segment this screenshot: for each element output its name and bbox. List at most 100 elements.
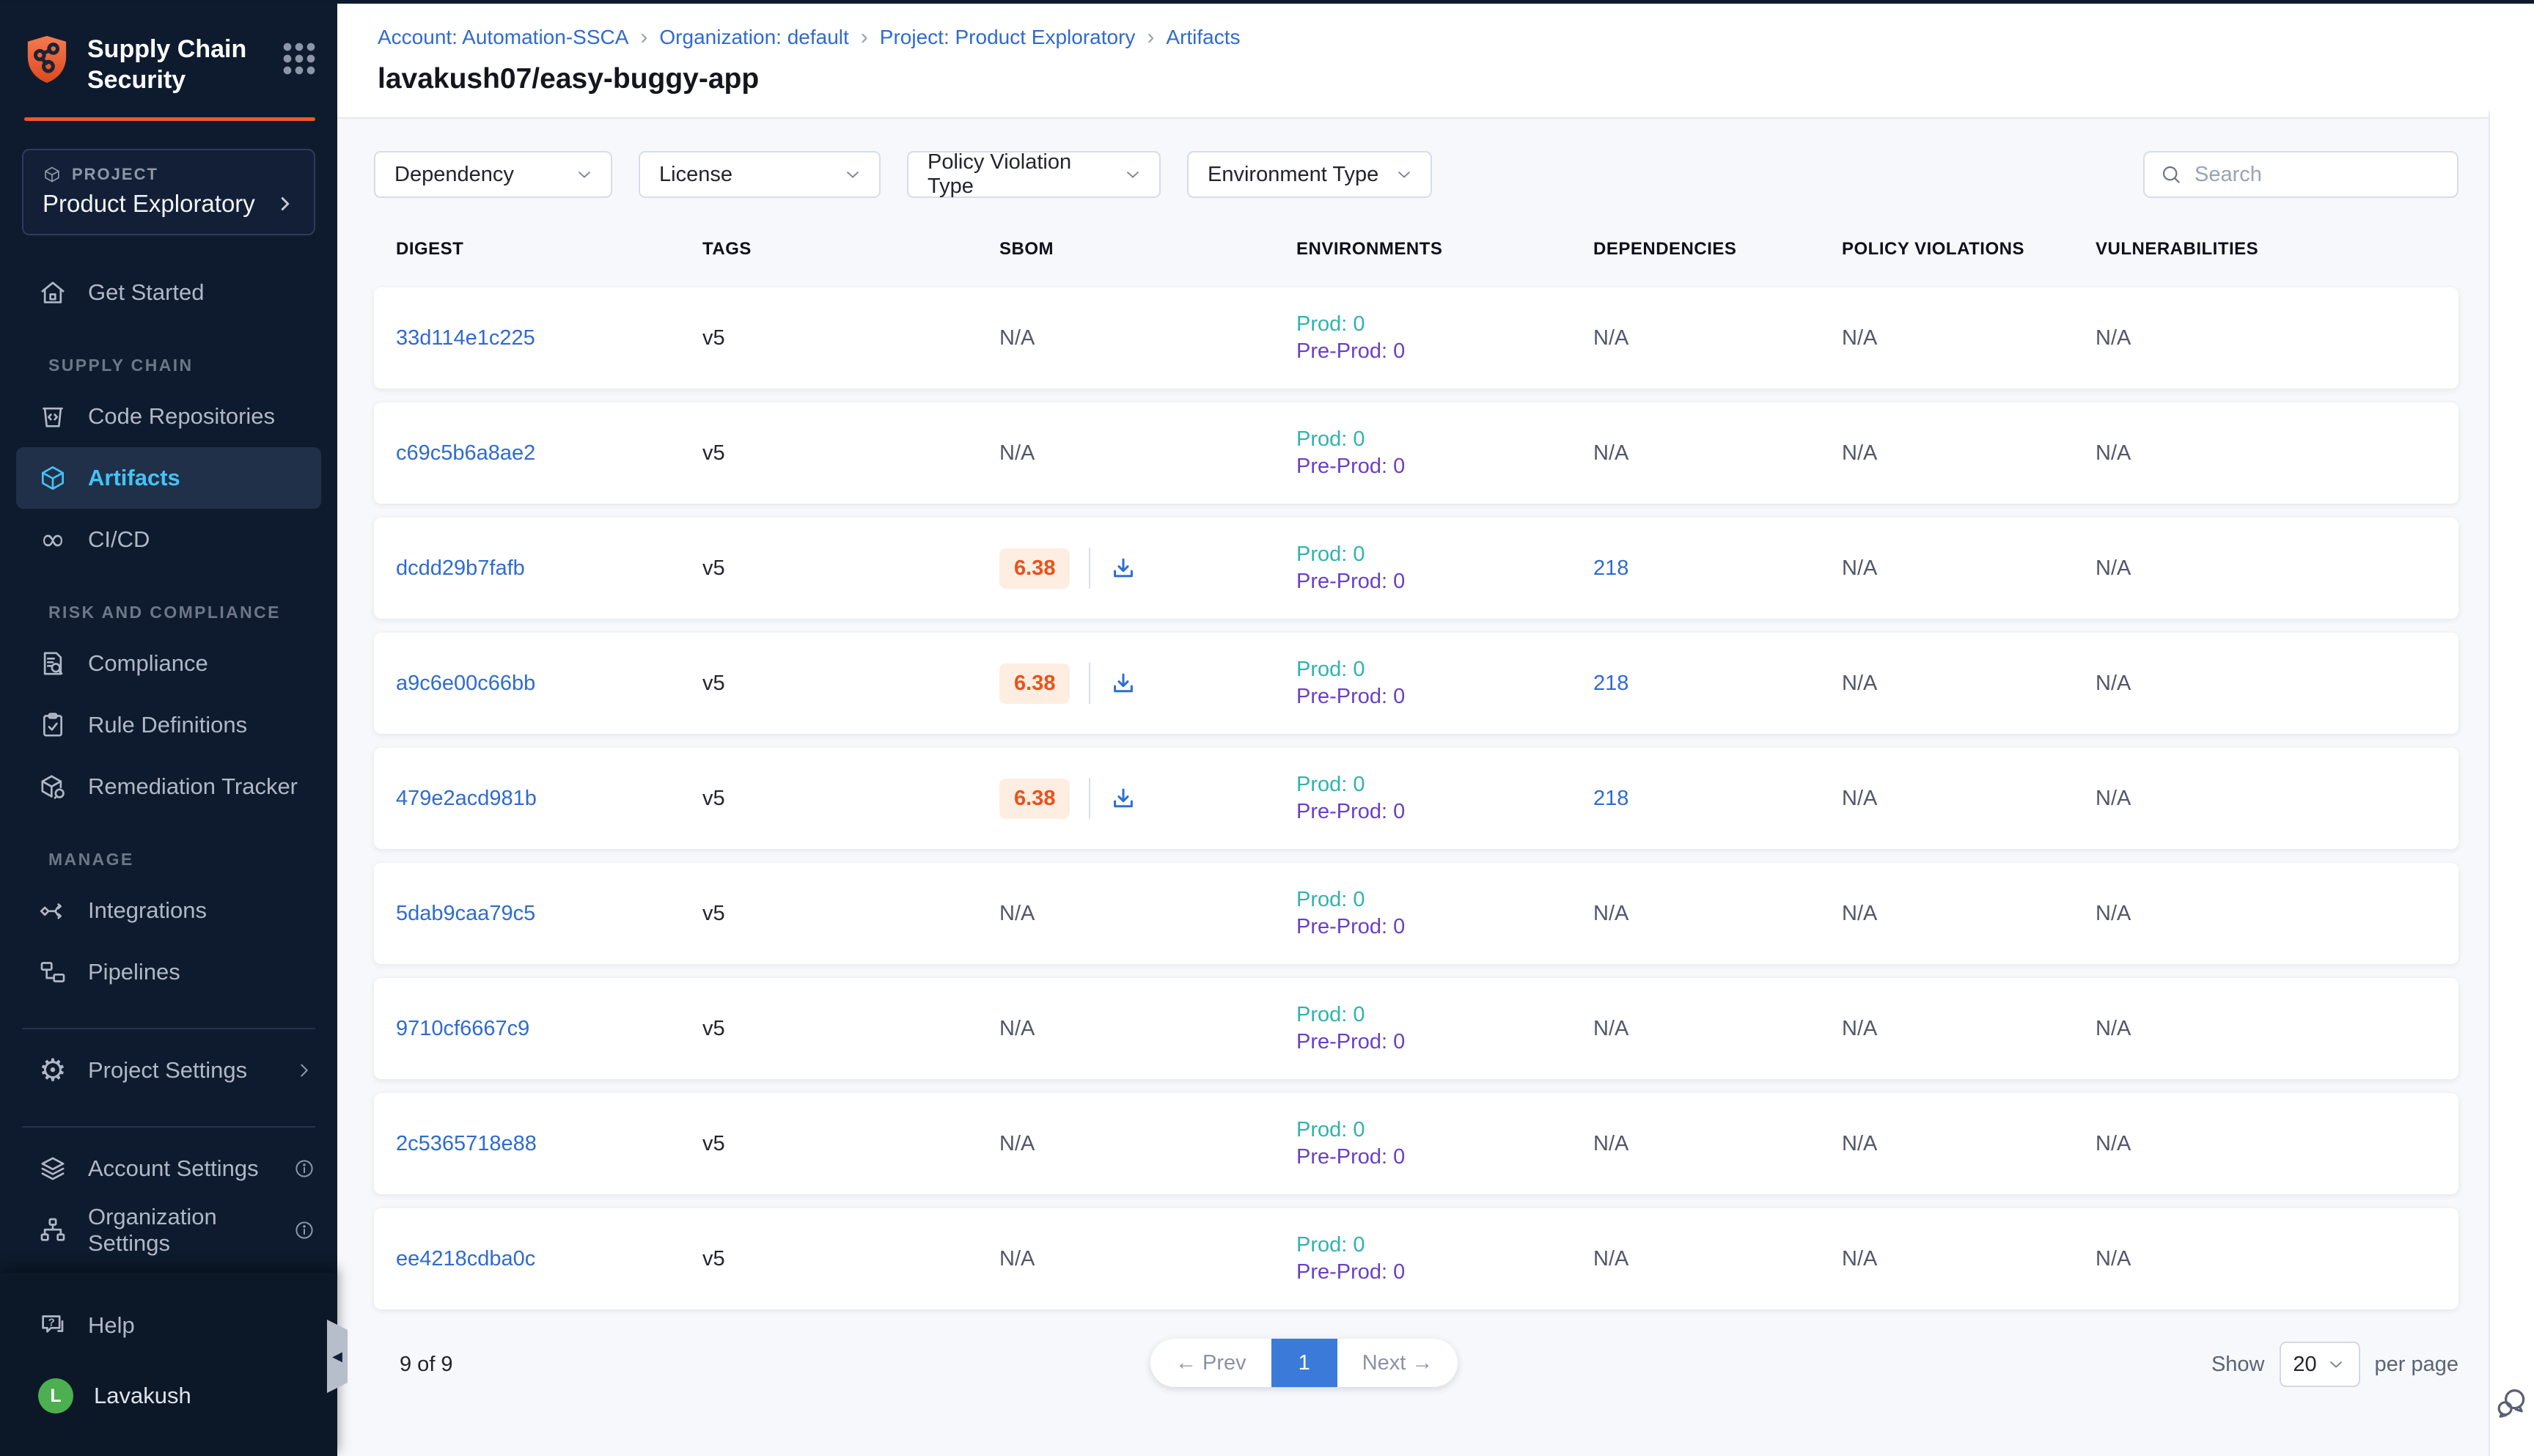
download-icon[interactable] <box>1109 554 1137 582</box>
env-preprod: Pre-Prod: 0 <box>1296 338 1593 365</box>
page-1-button[interactable]: 1 <box>1271 1339 1337 1387</box>
tags-cell: v5 <box>702 1132 999 1156</box>
breadcrumb-account[interactable]: Account: Automation-SSCA <box>378 26 628 49</box>
app-grid-icon[interactable] <box>282 41 315 75</box>
sidebar-collapse-handle[interactable]: ◀ <box>327 1320 348 1393</box>
policy-violations-cell: N/A <box>1842 1017 2096 1041</box>
avatar: L <box>38 1378 73 1413</box>
content-area: Dependency License Policy Violation Type… <box>337 119 2534 1456</box>
sidebar-item-label: CI/CD <box>88 526 150 553</box>
digest-link[interactable]: c69c5b6a8ae2 <box>396 441 535 465</box>
env-prod: Prod: 0 <box>1296 311 1593 338</box>
digest-link[interactable]: 2c5365718e88 <box>396 1132 537 1155</box>
chat-bubbles-icon[interactable] <box>2494 1386 2530 1421</box>
policy-violations-cell: N/A <box>1842 902 2096 926</box>
filter-dependency[interactable]: Dependency <box>374 151 612 198</box>
environments-cell: Prod: 0 Pre-Prod: 0 <box>1296 311 1593 365</box>
table-row: 9710cf6667c9 v5 N/A Prod: 0 Pre-Prod: 0 … <box>374 978 2458 1079</box>
env-preprod: Pre-Prod: 0 <box>1296 453 1593 480</box>
top-edge-bar <box>0 0 2534 4</box>
breadcrumb-organization[interactable]: Organization: default <box>659 26 848 49</box>
filter-license[interactable]: License <box>639 151 881 198</box>
sidebar-item-project-settings[interactable]: ⚙ Project Settings <box>0 1040 337 1101</box>
vulnerabilities-cell: N/A <box>2096 1247 2458 1271</box>
prev-button[interactable]: ← Prev <box>1150 1339 1271 1387</box>
sidebar-item-rule-definitions[interactable]: Rule Definitions <box>0 694 337 756</box>
vulnerabilities-cell: N/A <box>2096 787 2458 811</box>
cube-icon <box>38 463 67 493</box>
digest-link[interactable]: 33d114e1c225 <box>396 326 535 350</box>
per-page-value: 20 <box>2293 1353 2316 1377</box>
search-box <box>2143 151 2458 198</box>
show-label: Show <box>2211 1353 2265 1377</box>
sidebar-item-organization-settings[interactable]: Organization Settings <box>0 1199 337 1261</box>
main-area: Account: Automation-SSCA › Organization:… <box>337 0 2534 1456</box>
sidebar-item-artifacts[interactable]: Artifacts <box>16 447 321 509</box>
search-input[interactable] <box>2195 163 2442 187</box>
project-label: PROJECT <box>72 165 158 184</box>
dependencies-cell: N/A <box>1593 1247 1842 1271</box>
digest-link[interactable]: a9c6e00c66bb <box>396 672 535 695</box>
digest-link[interactable]: 9710cf6667c9 <box>396 1017 529 1040</box>
dependencies-link[interactable]: 218 <box>1593 672 1628 695</box>
user-name: Lavakush <box>94 1383 191 1409</box>
next-button[interactable]: Next → <box>1337 1339 1458 1387</box>
sidebar-item-label: Integrations <box>88 897 207 924</box>
app-logo-row: Supply Chain Security <box>0 0 337 95</box>
download-icon[interactable] <box>1109 669 1137 697</box>
sidebar-item-account-settings[interactable]: Account Settings <box>0 1138 337 1199</box>
vulnerabilities-cell: N/A <box>2096 441 2458 466</box>
environments-cell: Prod: 0 Pre-Prod: 0 <box>1296 1001 1593 1056</box>
sidebar-item-help[interactable]: ? Help <box>0 1295 337 1356</box>
filter-policy-violation-type[interactable]: Policy Violation Type <box>907 151 1161 198</box>
brand-accent-rule <box>24 117 315 121</box>
env-prod: Prod: 0 <box>1296 541 1593 568</box>
filter-environment-type[interactable]: Environment Type <box>1187 151 1432 198</box>
sidebar-item-cicd[interactable]: ∞ CI/CD <box>0 509 337 570</box>
table-row: dcdd29b7fafb v5 6.38 Prod: 0 Pre-Prod: 0… <box>374 518 2458 619</box>
sidebar-item-compliance[interactable]: Compliance <box>0 633 337 694</box>
sidebar-item-label: Compliance <box>88 650 208 677</box>
sidebar-item-remediation-tracker[interactable]: Remediation Tracker <box>0 756 337 817</box>
digest-link[interactable]: ee4218cdba0c <box>396 1247 535 1271</box>
chevron-down-icon <box>842 164 863 185</box>
dependencies-link[interactable]: 218 <box>1593 787 1628 810</box>
dependencies-link[interactable]: 218 <box>1593 556 1628 580</box>
pager: ← Prev 1 Next → <box>1150 1339 1458 1387</box>
digest-link[interactable]: 479e2acd981b <box>396 787 537 810</box>
digest-link[interactable]: 5dab9caa79c5 <box>396 902 535 925</box>
sidebar-item-pipelines[interactable]: Pipelines <box>0 941 337 1003</box>
chevron-right-icon <box>293 1059 315 1081</box>
digest-link[interactable]: dcdd29b7fafb <box>396 556 525 580</box>
table-row: ee4218cdba0c v5 N/A Prod: 0 Pre-Prod: 0 … <box>374 1208 2458 1309</box>
user-menu[interactable]: L Lavakush <box>0 1365 337 1427</box>
col-header-environments: ENVIRONMENTS <box>1296 239 1593 260</box>
table-row: 33d114e1c225 v5 N/A Prod: 0 Pre-Prod: 0 … <box>374 287 2458 389</box>
sidebar-item-code-repositories[interactable]: Code Repositories <box>0 386 337 447</box>
sidebar-item-get-started[interactable]: Get Started <box>0 262 337 323</box>
info-icon[interactable] <box>293 1219 315 1241</box>
org-chart-gear-icon <box>38 1216 67 1245</box>
policy-violations-cell: N/A <box>1842 556 2096 581</box>
sidebar-item-integrations[interactable]: Integrations <box>0 880 337 941</box>
breadcrumb: Account: Automation-SSCA › Organization:… <box>378 25 2534 50</box>
gear-icon: ⚙ <box>38 1056 67 1085</box>
tags-cell: v5 <box>702 326 999 350</box>
vulnerabilities-cell: N/A <box>2096 672 2458 696</box>
project-selector[interactable]: PROJECT Product Exploratory <box>22 149 315 235</box>
sidebar-item-label: Get Started <box>88 279 205 306</box>
download-icon[interactable] <box>1109 784 1137 812</box>
policy-violations-cell: N/A <box>1842 787 2096 811</box>
filter-label: Environment Type <box>1208 163 1378 187</box>
env-prod: Prod: 0 <box>1296 771 1593 798</box>
dependencies-cell: N/A <box>1593 1017 1842 1041</box>
breadcrumb-artifacts[interactable]: Artifacts <box>1166 26 1240 49</box>
breadcrumb-project[interactable]: Project: Product Exploratory <box>880 26 1136 49</box>
sidebar-footer: ? Help L Lavakush <box>0 1273 337 1456</box>
info-icon[interactable] <box>293 1158 315 1180</box>
filter-label: Dependency <box>394 163 514 187</box>
tags-cell: v5 <box>702 672 999 696</box>
sbom-cell: N/A <box>999 1132 1296 1156</box>
vulnerabilities-cell: N/A <box>2096 556 2458 581</box>
per-page-select[interactable]: 20 <box>2280 1342 2360 1387</box>
